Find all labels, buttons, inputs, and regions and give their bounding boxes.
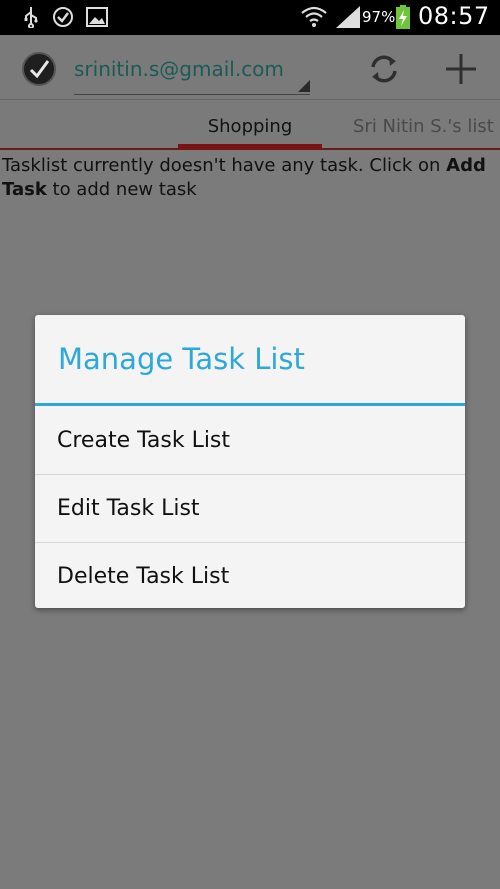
check-circle-icon: [52, 5, 74, 29]
empty-list-message: Tasklist currently doesn't have any task…: [2, 155, 486, 200]
usb-icon: [22, 5, 40, 29]
create-task-list-option[interactable]: Create Task List: [35, 406, 465, 474]
image-icon: [86, 5, 108, 29]
app-logo-icon[interactable]: [22, 52, 56, 86]
refresh-icon: [371, 55, 397, 83]
task-list-tabs: Shopping Sri Nitin S.'s list: [0, 100, 500, 150]
wifi-icon: [300, 5, 328, 29]
tab-shopping[interactable]: Shopping: [178, 116, 322, 137]
account-email: srinitin.s@gmail.com: [74, 57, 284, 81]
account-spinner[interactable]: srinitin.s@gmail.com: [74, 55, 310, 95]
status-bar: 97% 08:57: [0, 0, 500, 35]
delete-task-list-option[interactable]: Delete Task List: [35, 542, 465, 608]
clock: 08:57: [418, 2, 490, 30]
add-icon: [446, 54, 476, 84]
manage-task-list-dialog: Manage Task List Create Task List Edit T…: [35, 315, 465, 608]
refresh-button[interactable]: [364, 49, 404, 89]
dialog-title: Manage Task List: [58, 342, 305, 376]
battery-charging-icon: [394, 5, 412, 29]
tab-sri-nitin-list[interactable]: Sri Nitin S.'s list: [353, 116, 494, 137]
action-bar: srinitin.s@gmail.com: [0, 35, 500, 100]
signal-icon: [336, 5, 360, 29]
dropdown-caret-icon: [298, 80, 310, 92]
edit-task-list-option[interactable]: Edit Task List: [35, 474, 465, 542]
add-button[interactable]: [441, 49, 481, 89]
battery-percent: 97%: [362, 8, 396, 26]
